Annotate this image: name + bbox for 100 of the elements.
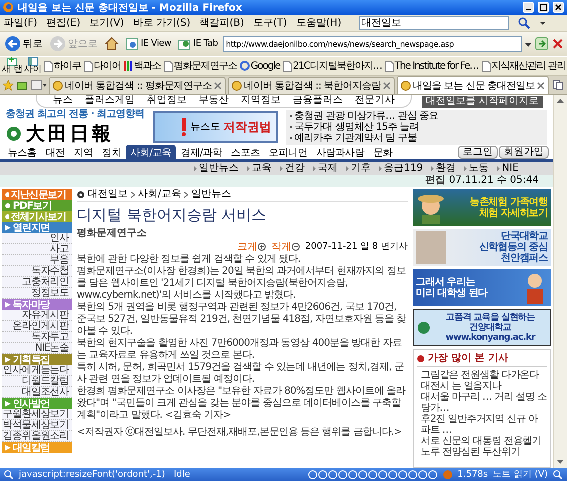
subsection-link[interactable]: 일반뉴스: [194, 162, 240, 175]
section-tab[interactable]: 문화: [369, 144, 397, 160]
enlarge-text-button[interactable]: 크게: [237, 240, 266, 254]
top-link[interactable]: 취업정보: [146, 95, 187, 107]
scrollbar[interactable]: [553, 95, 567, 468]
sidebar-link[interactable]: NIE논술: [2, 343, 72, 354]
menu-item[interactable]: 도움말(H): [296, 16, 342, 30]
close-tab-icon[interactable]: [383, 82, 392, 90]
bookmark-item[interactable]: Google: [238, 60, 282, 72]
bookmark-item[interactable]: 하이쿠: [42, 59, 82, 73]
college-ad[interactable]: 고품격 교육을 실현하는 건양대학교 www.konyang.ac.kr: [413, 309, 551, 346]
menu-item[interactable]: 보기(V): [90, 16, 124, 30]
section-tab[interactable]: 스포츠: [227, 144, 264, 160]
ietab-button[interactable]: IE Tab: [176, 38, 220, 50]
maximize-button[interactable]: [538, 2, 549, 13]
sidebar-link[interactable]: 독자투고: [2, 332, 72, 343]
sidebar-link[interactable]: 자유게시판: [2, 310, 72, 321]
top-link[interactable]: 부동산: [198, 95, 229, 107]
sidebar-link[interactable]: 고충처리인: [2, 277, 72, 288]
minimize-button[interactable]: [523, 2, 534, 13]
stop-icon[interactable]: [552, 38, 564, 50]
subsection-link[interactable]: 국제: [313, 162, 338, 175]
go-icon[interactable]: [535, 37, 549, 51]
subsection-link[interactable]: 기후: [346, 162, 372, 175]
account-button[interactable]: 회원가입: [499, 146, 549, 159]
sidebar-link[interactable]: 부음: [2, 255, 72, 266]
breadcrumb-link[interactable]: 사회/교육: [138, 189, 182, 201]
start-page-button[interactable]: 대전일보를 시작페이지로: [422, 96, 543, 108]
search-icon[interactable]: [518, 16, 531, 30]
copy-icon[interactable]: [553, 80, 564, 90]
article-link[interactable]: 그림같은 전원생활 다가온다: [417, 370, 547, 381]
bookmark-item[interactable]: 다이어: [82, 59, 122, 73]
section-tab[interactable]: 경제/과학: [176, 144, 226, 160]
bookmark-item[interactable]: 평화문제연구소: [162, 59, 238, 73]
sidebar-link[interactable]: 인사: [2, 233, 72, 244]
zoom-icon[interactable]: [553, 470, 563, 480]
section-tab[interactable]: 사람과사람: [312, 144, 368, 160]
sidebar-link[interactable]: 디월드칼럼: [2, 376, 72, 387]
article-link[interactable]: 대전시 는 얼음지나: [417, 381, 547, 392]
sidebar-link[interactable]: 정정보도: [2, 288, 72, 299]
sidebar-button[interactable]: 사이: [24, 57, 42, 75]
browser-tab[interactable]: 네이버 통합검색 :: 북한어지승람: [228, 77, 396, 94]
new-tab-button[interactable]: 새 탭: [2, 57, 23, 75]
article-link[interactable]: 서로 신문의 대통령 전용헬기: [417, 436, 547, 447]
section-tab[interactable]: 정치: [98, 144, 126, 160]
top-link[interactable]: 금융플러스: [292, 95, 343, 107]
university-ad[interactable]: 단국대학교 신학협동의 중심 천안캠퍼스: [413, 229, 551, 266]
subsection-link[interactable]: 노동: [464, 162, 490, 175]
star-icon[interactable]: [3, 80, 14, 90]
breadcrumb-link[interactable]: 일반뉴스: [191, 189, 232, 201]
sidebar-link[interactable]: 대일조선사: [2, 387, 72, 398]
article-link[interactable]: 노루 전양심된 두산위기: [417, 447, 547, 458]
farm-tour-ad[interactable]: 농촌체험 가족여행 체험 자세히보기: [413, 189, 551, 226]
copyright-banner-ad[interactable]: 뉴스도 저작권법: [152, 111, 278, 143]
sidebar-link[interactable]: 박석물세상보기: [2, 420, 72, 431]
sidebar-link[interactable]: 인사에게듣는다: [2, 365, 72, 376]
ieview-button[interactable]: IE View: [124, 38, 174, 50]
section-tab[interactable]: 오피니언: [264, 144, 312, 160]
menu-item[interactable]: 바로 가기(S): [133, 16, 191, 30]
menu-item[interactable]: 편집(E): [46, 16, 81, 30]
top-link[interactable]: 전문기사: [354, 95, 395, 107]
subsection-link[interactable]: 건강: [280, 162, 306, 175]
bookmark-item[interactable]: 지식재산관리 관리: [480, 59, 567, 73]
subsection-link[interactable]: 응급119: [379, 162, 424, 175]
bookmark-item[interactable]: The Institute for Fe…: [384, 60, 480, 72]
section-tab[interactable]: 뉴스홈: [4, 144, 41, 160]
headline-link[interactable]: 국두가대 생명체산 15주 늘려: [294, 122, 419, 132]
article-link[interactable]: 대서울 마구리 … 거리 설명 소탕가…: [417, 392, 547, 414]
menu-item[interactable]: 파일(F): [4, 16, 38, 30]
bookmark-item[interactable]: 백과소: [122, 59, 162, 73]
subsection-link[interactable]: 교육: [247, 162, 272, 175]
menu-item[interactable]: 책갈피(B): [200, 16, 244, 30]
top-link[interactable]: 플러스게임: [84, 95, 135, 107]
browser-tab[interactable]: 내일을 보는 신문 충대전일보: [397, 76, 550, 94]
headline-link[interactable]: 충청권 관광 미상가류… 관심 중요: [294, 110, 438, 122]
sidebar-link[interactable]: 사고: [2, 244, 72, 255]
back-button[interactable]: 뒤로: [3, 36, 45, 52]
top-link[interactable]: 뉴스: [52, 95, 73, 107]
sidebar-link[interactable]: 온라인게시판: [2, 321, 72, 332]
account-button[interactable]: 로그인: [458, 146, 498, 159]
home-button[interactable]: [103, 37, 121, 51]
subsection-link[interactable]: NIE: [497, 162, 519, 175]
tab-list-icon[interactable]: [31, 80, 47, 90]
address-field[interactable]: http://www.daejonilbo.com/news/news/search_newspage.asp: [223, 36, 522, 52]
close-button[interactable]: [553, 2, 564, 13]
section-tab[interactable]: 지역: [70, 144, 98, 160]
section-tab[interactable]: 대전: [42, 144, 70, 160]
notes-button[interactable]: 노트 읽기 (V): [493, 468, 548, 481]
sidebar-link[interactable]: 김종위올원소리: [2, 431, 72, 442]
search-field[interactable]: 대전일보: [358, 16, 509, 30]
student-ad[interactable]: 그래서 우리는 미리 대학생 된다: [413, 269, 551, 306]
subsection-link[interactable]: 환경: [431, 162, 456, 175]
sidebar-link[interactable]: 구월환세상보기: [2, 409, 72, 420]
headline-link[interactable]: 예리카주 기관계약서 팀 구불: [294, 132, 417, 144]
breadcrumb-link[interactable]: 대전일보: [88, 189, 128, 201]
menu-item[interactable]: 도구(T): [253, 16, 288, 30]
newspaper-logo[interactable]: 大田日報: [26, 121, 114, 147]
sidebar-heading[interactable]: 열린지면: [2, 222, 72, 233]
close-tab-icon[interactable]: [214, 82, 222, 90]
close-tab-icon[interactable]: [537, 82, 546, 90]
